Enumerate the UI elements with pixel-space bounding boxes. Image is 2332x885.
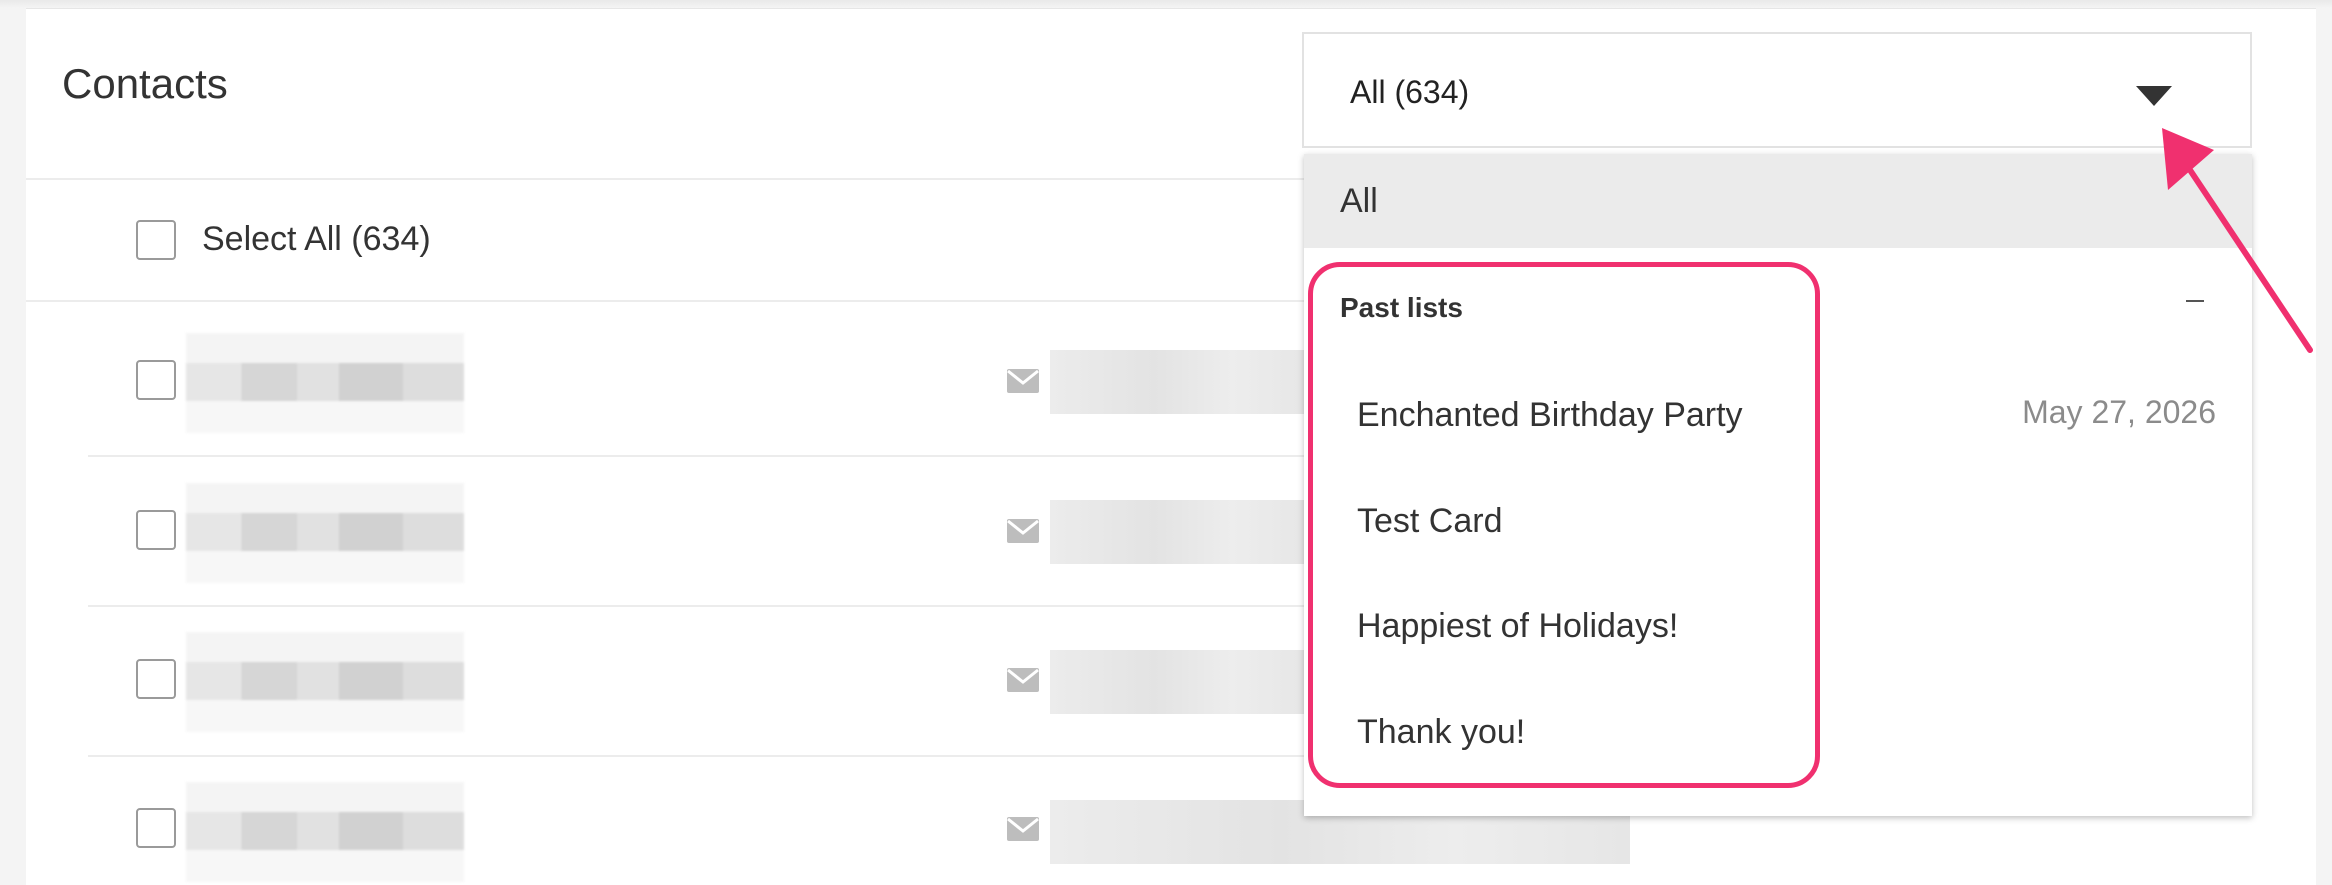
row-checkbox[interactable] — [136, 510, 176, 550]
collapse-icon[interactable] — [2186, 300, 2204, 302]
top-shadow — [0, 0, 2332, 8]
contact-name-redacted — [186, 333, 464, 433]
mail-icon — [1007, 668, 1039, 692]
menu-option-date: May 27, 2026 — [2022, 394, 2216, 430]
menu-option-label: All — [1340, 182, 1378, 220]
mail-icon — [1007, 519, 1039, 543]
row-divider — [88, 755, 1308, 757]
contact-name-redacted — [186, 483, 464, 583]
list-filter-select[interactable]: All (634) — [1302, 32, 2252, 148]
contact-email-redacted — [1050, 650, 1310, 714]
row-divider — [88, 605, 1308, 607]
header-divider — [26, 178, 1306, 180]
contact-name-redacted — [186, 632, 464, 732]
page-title: Contacts — [62, 60, 228, 107]
select-all-checkbox[interactable] — [136, 220, 176, 260]
caret-down-icon[interactable] — [2136, 86, 2172, 106]
annotation-highlight-box — [1308, 262, 1820, 788]
row-checkbox[interactable] — [136, 659, 176, 699]
contact-name-redacted — [186, 782, 464, 882]
mail-icon — [1007, 369, 1039, 393]
select-value: All (634) — [1350, 74, 1470, 110]
contact-email-redacted — [1050, 350, 1310, 414]
menu-option-all[interactable]: All — [1304, 154, 2252, 248]
mail-icon — [1007, 817, 1039, 841]
select-all-divider — [26, 300, 1306, 302]
row-checkbox[interactable] — [136, 360, 176, 400]
select-all-label: Select All (634) — [202, 220, 431, 258]
contact-email-redacted — [1050, 500, 1310, 564]
row-divider — [88, 455, 1308, 457]
row-checkbox[interactable] — [136, 808, 176, 848]
